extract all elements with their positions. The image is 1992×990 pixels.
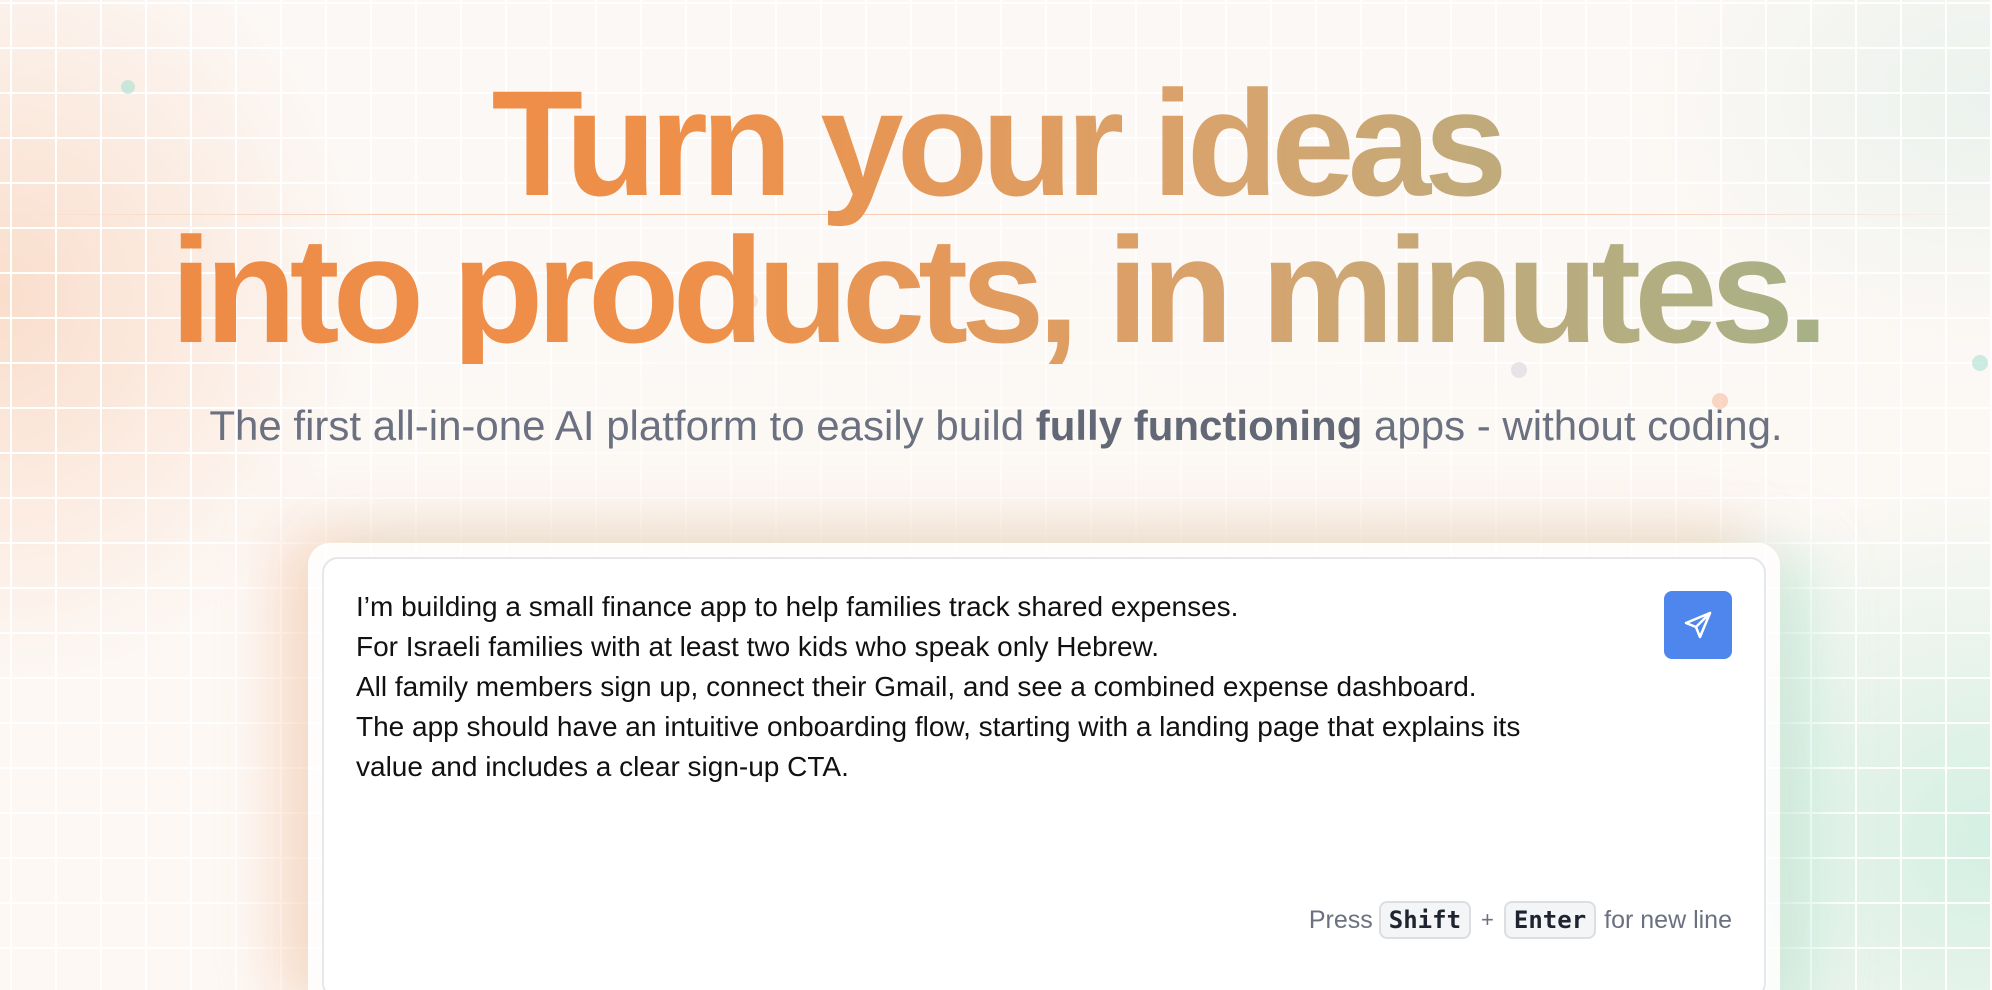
hint-prefix: Press [1308, 905, 1373, 934]
prompt-box: I’m building a small finance app to help… [322, 557, 1766, 990]
subtitle-text-end: apps - without coding. [1362, 402, 1783, 449]
headline-line-2: into products, in minutes. [170, 206, 1822, 374]
shift-key-badge: Shift [1378, 901, 1472, 939]
subtitle-text-start: The first all-in-one AI platform to easi… [209, 402, 1036, 449]
subtitle-emphasis: fully functioning [1035, 402, 1363, 449]
send-button[interactable] [1664, 591, 1732, 659]
headline-line-1: Turn your ideas [491, 59, 1501, 227]
hint-suffix: for new line [1604, 905, 1732, 934]
prompt-card: I’m building a small finance app to help… [308, 543, 1780, 990]
hero-headline: Turn your ideas into products, in minute… [0, 70, 1992, 364]
hero-section: Turn your ideas into products, in minute… [0, 70, 1992, 450]
enter-key-badge: Enter [1503, 901, 1597, 939]
new-line-hint: Press Shift + Enter for new line [1309, 901, 1732, 939]
hint-plus: + [1481, 907, 1494, 932]
prompt-textarea[interactable]: I’m building a small finance app to help… [356, 587, 1656, 787]
send-icon [1684, 611, 1712, 639]
hero-subtitle: The first all-in-one AI platform to easi… [0, 402, 1992, 450]
